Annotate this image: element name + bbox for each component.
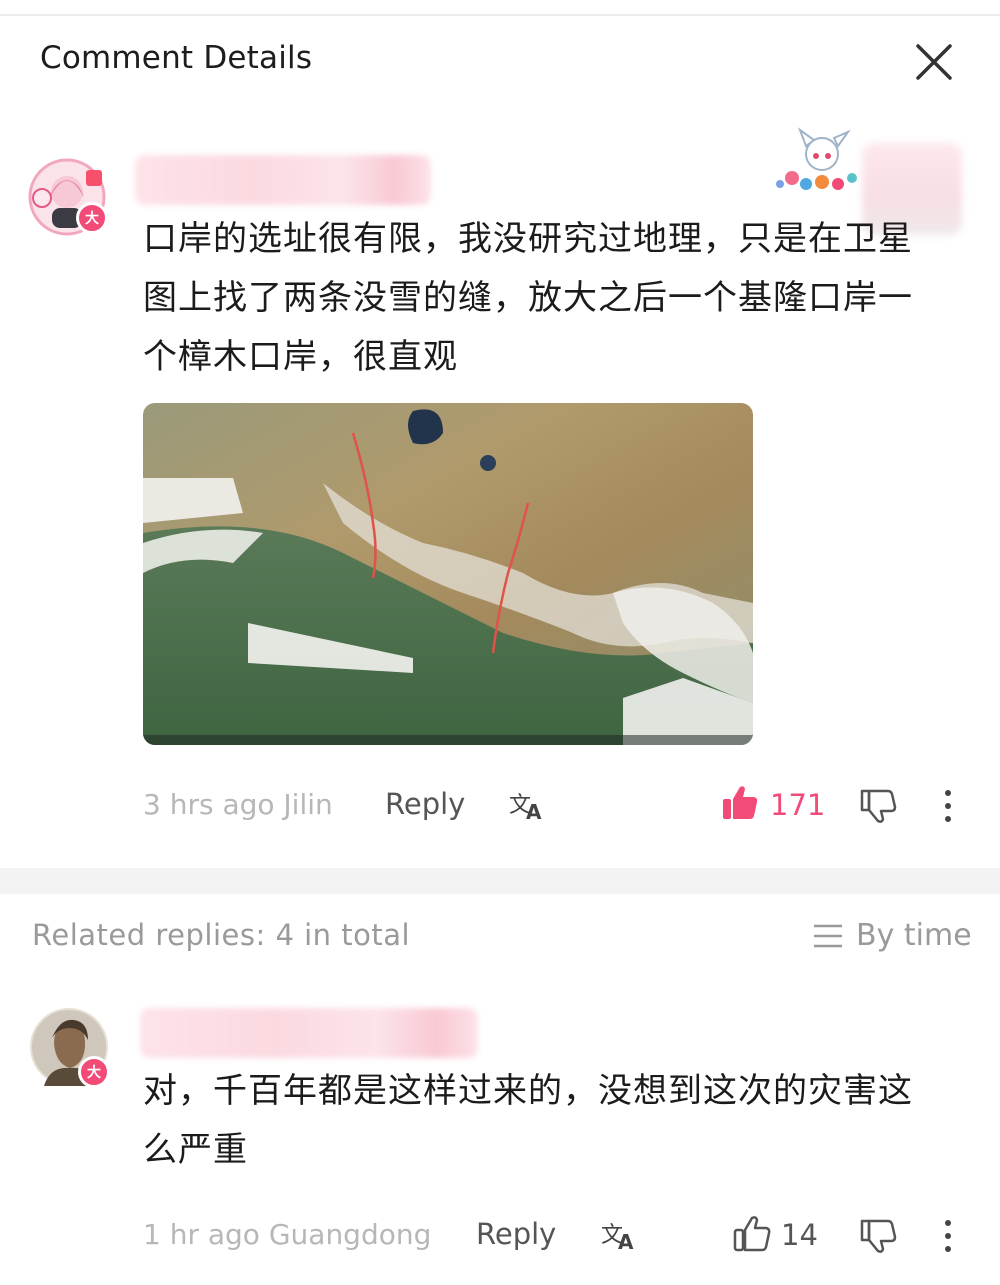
- like-count: 14: [781, 1218, 818, 1252]
- thumbs-up-icon: [733, 1216, 771, 1252]
- sort-toggle[interactable]: By time: [812, 918, 972, 953]
- reply-text: 对，千百年都是这样过来的，没想到这次的灾害这么严重: [143, 1071, 913, 1170]
- more-icon: [945, 1220, 951, 1252]
- page-title: Comment Details: [40, 40, 313, 76]
- reply-button[interactable]: Reply: [476, 1217, 556, 1251]
- avatar[interactable]: 大: [30, 1008, 110, 1088]
- avatar-badge: 大: [78, 1056, 110, 1088]
- comment-timestamp-location: 3 hrs ago Jilin: [143, 788, 333, 821]
- more-icon: [945, 790, 951, 822]
- more-options-button[interactable]: [938, 788, 958, 824]
- reply-timestamp-location: 1 hr ago Guangdong: [143, 1218, 432, 1251]
- related-replies-count: Related replies: 4 in total: [32, 918, 411, 952]
- comment-text: 口岸的选址很有限，我没研究过地理，只是在卫星图上找了两条没雪的缝，放大之后一个基…: [143, 219, 913, 377]
- sort-list-icon: [814, 924, 842, 947]
- avatar-badge: 大: [76, 202, 108, 234]
- more-options-button[interactable]: [938, 1218, 958, 1254]
- username-redacted[interactable]: [140, 1008, 478, 1058]
- like-button[interactable]: [732, 1214, 772, 1254]
- svg-text:A: A: [618, 1230, 634, 1254]
- svg-text:A: A: [526, 800, 542, 824]
- close-icon: [916, 44, 952, 80]
- thumbs-down-icon: [860, 789, 897, 823]
- avatar[interactable]: 大: [28, 158, 108, 236]
- decoration-sticker: [770, 126, 864, 194]
- top-divider: [0, 14, 1000, 16]
- like-count: 171: [770, 788, 826, 822]
- translate-button[interactable]: 文 A: [508, 788, 548, 824]
- username-redacted[interactable]: [135, 155, 431, 205]
- dislike-button[interactable]: [858, 1216, 898, 1256]
- translate-button[interactable]: 文 A: [600, 1218, 640, 1254]
- sort-label: By time: [856, 918, 972, 953]
- dislike-button[interactable]: [858, 786, 898, 826]
- translate-icon: 文 A: [601, 1223, 634, 1254]
- close-button[interactable]: [910, 38, 958, 86]
- section-divider: [0, 868, 1000, 894]
- thumbs-down-icon: [860, 1219, 897, 1253]
- satellite-map-image[interactable]: [143, 403, 753, 745]
- like-button[interactable]: [720, 783, 760, 823]
- reply-button[interactable]: Reply: [385, 787, 465, 821]
- thumbs-up-icon: [723, 786, 758, 819]
- translate-icon: 文 A: [509, 793, 542, 824]
